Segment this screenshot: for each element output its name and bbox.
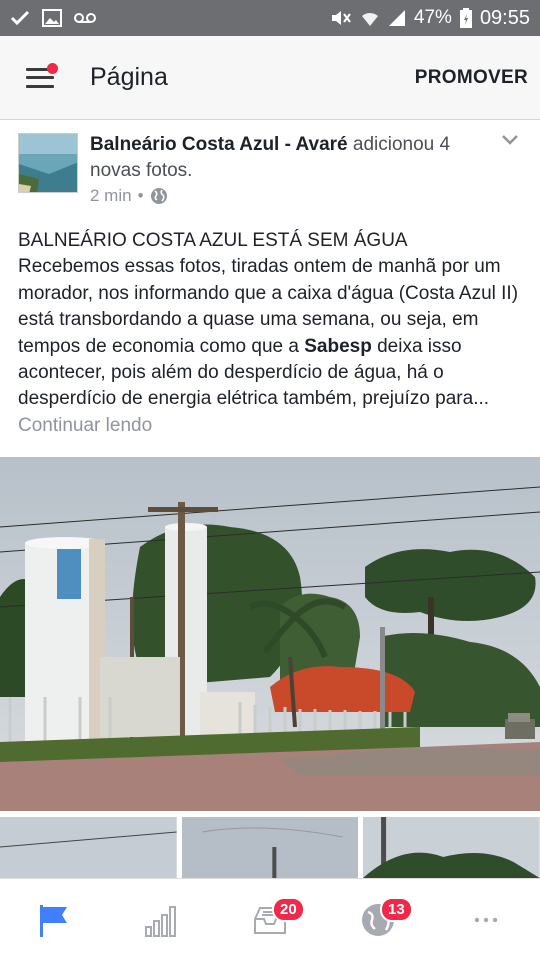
post-card: Balneário Costa Azul - Avaré adicionou 4… — [0, 120, 540, 878]
nav-notifications[interactable]: 13 — [324, 879, 432, 960]
post-timestamp[interactable]: 2 min — [90, 186, 132, 206]
meta-separator: • — [137, 186, 144, 205]
status-bar: 47% 09:55 — [0, 0, 540, 36]
post-author-line: Balneário Costa Azul - Avaré adicionou 4… — [90, 132, 490, 184]
clock: 09:55 — [479, 6, 530, 29]
mute-icon — [331, 11, 351, 25]
flag-icon — [40, 904, 67, 937]
promote-button[interactable]: PROMOVER — [415, 67, 528, 89]
post-header: Balneário Costa Azul - Avaré adicionou 4… — [0, 120, 540, 220]
photo-thumbnail[interactable] — [181, 817, 359, 878]
wifi-icon — [361, 12, 378, 26]
page-title: Página — [90, 63, 168, 91]
voicemail-icon — [74, 13, 96, 23]
nav-messages[interactable]: 20 — [216, 879, 324, 960]
photo-thumbnail[interactable] — [363, 817, 540, 878]
photo-thumbnail[interactable] — [0, 817, 177, 878]
chevron-down-icon[interactable] — [498, 128, 522, 152]
photo-thumbnails — [0, 817, 540, 878]
battery-icon — [459, 8, 472, 28]
author-name[interactable]: Balneário Costa Azul - Avaré — [90, 134, 348, 155]
nav-insights[interactable] — [108, 879, 216, 960]
app-header: Página PROMOVER — [0, 36, 540, 120]
nav-page[interactable] — [0, 879, 108, 960]
page-avatar[interactable] — [18, 133, 78, 193]
post-action: adicionou — [352, 134, 435, 155]
battery-percent: 47% — [413, 7, 452, 28]
continue-reading-link[interactable]: Continuar lendo — [18, 415, 152, 436]
bar-chart-icon — [145, 905, 176, 937]
image-icon — [42, 9, 62, 27]
menu-button[interactable] — [0, 36, 80, 120]
post-body-bold: Sabesp — [304, 335, 372, 357]
notifications-badge: 13 — [380, 897, 413, 922]
post-meta: 2 min • — [90, 186, 168, 206]
notification-dot — [47, 62, 58, 74]
more-icon — [474, 917, 498, 922]
check-icon — [10, 10, 30, 26]
signal-icon — [388, 10, 405, 26]
globe-privacy-icon — [150, 188, 167, 204]
post-heading: BALNEÁRIO COSTA AZUL ESTÁ SEM ÁGUA — [18, 230, 408, 251]
messages-badge: 20 — [272, 897, 305, 922]
main-photo[interactable] — [0, 457, 540, 811]
post-text: BALNEÁRIO COSTA AZUL ESTÁ SEM ÁGUA Receb… — [18, 228, 524, 439]
bottom-nav: 20 13 — [0, 878, 540, 960]
nav-more[interactable] — [432, 879, 540, 960]
